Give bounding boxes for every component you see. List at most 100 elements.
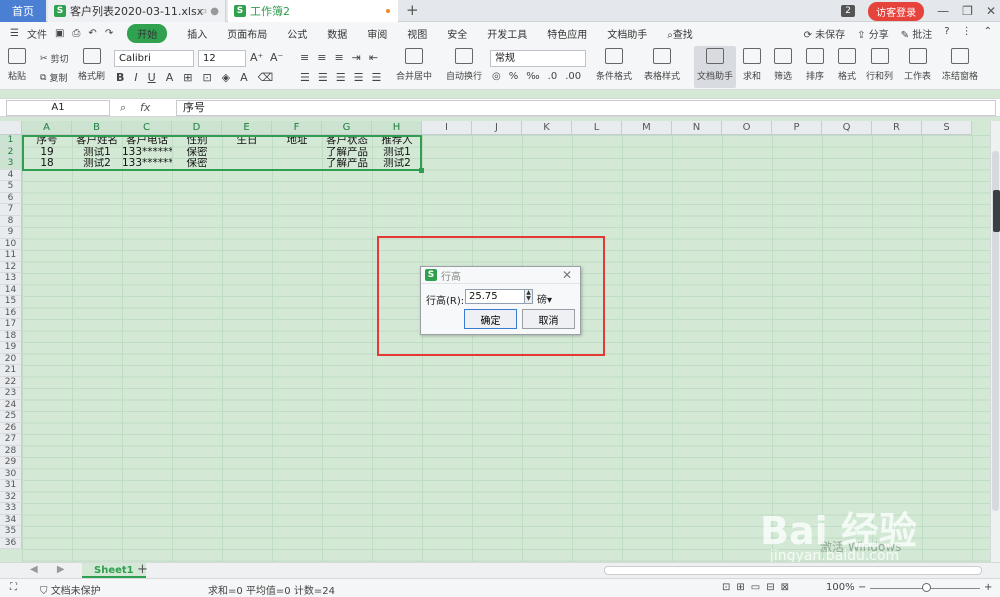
- row-header-5[interactable]: 5: [0, 181, 22, 193]
- menu-file[interactable]: 文件: [27, 26, 47, 41]
- row-header-28[interactable]: 28: [0, 445, 22, 457]
- cut-button[interactable]: ✂ 剪切: [40, 52, 69, 66]
- column-header-Q[interactable]: Q: [822, 121, 872, 135]
- column-header-J[interactable]: J: [472, 121, 522, 135]
- cell-A1[interactable]: 序号: [22, 135, 72, 147]
- menu-review[interactable]: 审阅: [367, 26, 387, 41]
- add-sheet-button[interactable]: +: [137, 562, 148, 577]
- underline-icon[interactable]: U: [148, 71, 156, 84]
- cell-H2[interactable]: 测试1: [372, 147, 422, 159]
- doc-helper-button[interactable]: 文档助手: [697, 48, 733, 82]
- cell-F2[interactable]: [272, 147, 322, 159]
- unit-select[interactable]: 磅▾: [537, 291, 552, 306]
- row-height-spinner[interactable]: ▲ ▼: [524, 289, 533, 304]
- justify-icon[interactable]: ☰: [354, 71, 364, 84]
- row-header-27[interactable]: 27: [0, 434, 22, 446]
- cell-G1[interactable]: 客户状态: [322, 135, 372, 147]
- column-header-C[interactable]: C: [122, 121, 172, 135]
- row-header-9[interactable]: 9: [0, 227, 22, 239]
- row-header-10[interactable]: 10: [0, 238, 22, 250]
- login-button[interactable]: 访客登录: [868, 1, 925, 21]
- increase-decimal-icon[interactable]: .0: [548, 71, 558, 82]
- cell-B2[interactable]: 测试1: [72, 147, 122, 159]
- zoom-formula-icon[interactable]: ⌕: [120, 101, 126, 115]
- bold-icon[interactable]: B: [116, 71, 124, 84]
- row-header-2[interactable]: 2: [0, 146, 22, 158]
- menu-view[interactable]: 视图: [407, 26, 427, 41]
- column-header-E[interactable]: E: [222, 121, 272, 135]
- column-header-L[interactable]: L: [572, 121, 622, 135]
- hamburger-icon[interactable]: ☰: [10, 28, 19, 39]
- protect-status[interactable]: ⛉ 文档未保护: [40, 582, 101, 597]
- row-header-31[interactable]: 31: [0, 480, 22, 492]
- column-header-K[interactable]: K: [522, 121, 572, 135]
- row-header-35[interactable]: 35: [0, 526, 22, 538]
- row-header-14[interactable]: 14: [0, 284, 22, 296]
- worksheet-button[interactable]: 工作表: [904, 48, 931, 82]
- tab-home[interactable]: 首页: [0, 0, 46, 22]
- row-header-23[interactable]: 23: [0, 388, 22, 400]
- column-header-D[interactable]: D: [172, 121, 222, 135]
- font-name-select[interactable]: Calibri: [114, 50, 194, 67]
- cell-D1[interactable]: 性别: [172, 135, 222, 147]
- row-header-22[interactable]: 22: [0, 376, 22, 388]
- ok-button[interactable]: 确定: [464, 309, 517, 329]
- decrease-decimal-icon[interactable]: .00: [565, 71, 581, 82]
- tab-close-icon[interactable]: ▭ ●: [198, 6, 219, 17]
- row-header-20[interactable]: 20: [0, 353, 22, 365]
- menu-formula[interactable]: 公式: [287, 26, 307, 41]
- row-header-18[interactable]: 18: [0, 330, 22, 342]
- cell-H3[interactable]: 测试2: [372, 158, 422, 170]
- tab-file[interactable]: S 客户列表2020-03-11.xlsx ▭ ●: [48, 0, 226, 22]
- sum-button[interactable]: 求和: [743, 48, 761, 82]
- align-left-icon[interactable]: ☰: [300, 71, 310, 84]
- format-painter-button[interactable]: 格式刷: [78, 48, 105, 82]
- font-shrink-button[interactable]: A⁻: [270, 51, 283, 64]
- cell-H1[interactable]: 推荐人: [372, 135, 422, 147]
- cell-C2[interactable]: 133*******: [122, 147, 172, 159]
- cell-C3[interactable]: 133*******: [122, 158, 172, 170]
- dialog-close-button[interactable]: ✕: [562, 268, 572, 282]
- help-icon[interactable]: ?: [944, 26, 949, 41]
- cell-E1[interactable]: 生日: [222, 135, 272, 147]
- format-button[interactable]: 格式: [838, 48, 856, 82]
- cell-A2[interactable]: 19: [22, 147, 72, 159]
- row-header-36[interactable]: 36: [0, 537, 22, 549]
- indent-icon[interactable]: ⇥: [352, 51, 361, 64]
- window-count-badge[interactable]: 2: [841, 5, 856, 17]
- column-header-F[interactable]: F: [272, 121, 322, 135]
- conditional-format-button[interactable]: 条件格式: [596, 48, 632, 82]
- row-header-32[interactable]: 32: [0, 491, 22, 503]
- menu-search[interactable]: ⌕查找: [667, 26, 693, 41]
- distribute-icon[interactable]: ☰: [372, 71, 382, 84]
- side-panel-toggle[interactable]: [993, 190, 1000, 232]
- currency-icon[interactable]: ◎: [492, 71, 501, 82]
- cell-E2[interactable]: [222, 147, 272, 159]
- align-middle-icon[interactable]: ≡: [317, 51, 326, 64]
- outdent-icon[interactable]: ⇤: [369, 51, 378, 64]
- column-header-B[interactable]: B: [72, 121, 122, 135]
- row-header-29[interactable]: 29: [0, 457, 22, 469]
- horizontal-scrollbar[interactable]: [604, 566, 982, 575]
- vertical-scrollbar[interactable]: [990, 121, 1000, 562]
- column-header-R[interactable]: R: [872, 121, 922, 135]
- cell-G3[interactable]: 了解产品: [322, 158, 372, 170]
- row-header-13[interactable]: 13: [0, 273, 22, 285]
- menu-features[interactable]: 特色应用: [547, 26, 587, 41]
- column-header-A[interactable]: A: [22, 121, 72, 135]
- thousands-icon[interactable]: ‰: [526, 71, 539, 82]
- minimize-button[interactable]: —: [937, 4, 949, 18]
- column-header-S[interactable]: S: [922, 121, 972, 135]
- align-center-icon[interactable]: ☰: [318, 71, 328, 84]
- row-header-15[interactable]: 15: [0, 296, 22, 308]
- collapse-ribbon-icon[interactable]: ⌃: [984, 26, 992, 41]
- cell-G2[interactable]: 了解产品: [322, 147, 372, 159]
- column-header-I[interactable]: I: [422, 121, 472, 135]
- cell-F1[interactable]: 地址: [272, 135, 322, 147]
- cancel-button[interactable]: 取消: [522, 309, 575, 329]
- status-icon[interactable]: ⛶: [10, 582, 17, 593]
- border-icon[interactable]: ⊞: [183, 71, 192, 84]
- column-header-P[interactable]: P: [772, 121, 822, 135]
- percent-icon[interactable]: %: [509, 71, 519, 82]
- new-tab-button[interactable]: +: [406, 1, 419, 19]
